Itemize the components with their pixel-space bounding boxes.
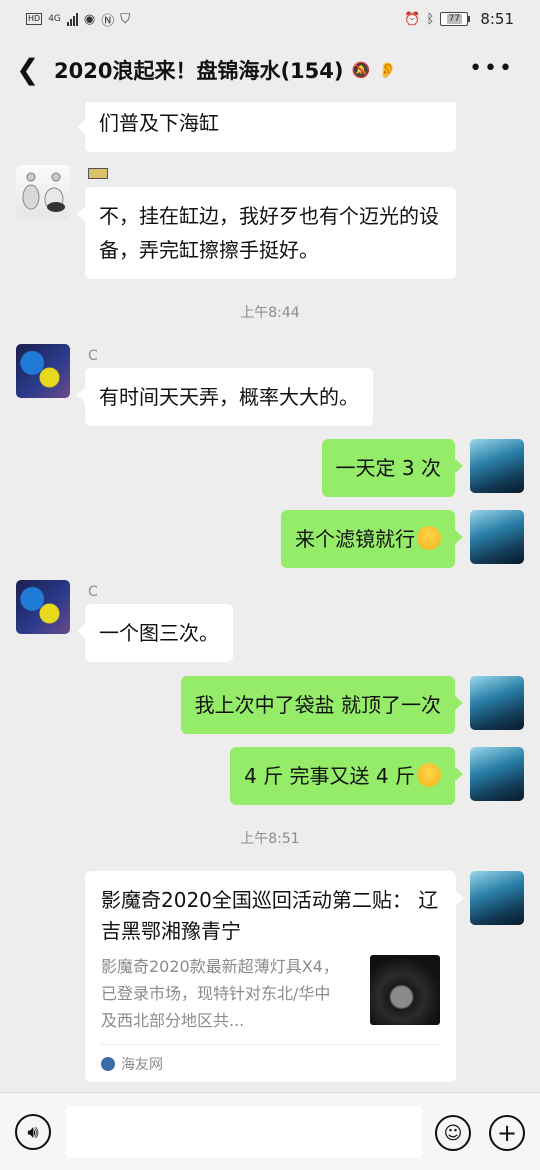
chat-header: ❮ 2020浪起来！盘锦海水(154) 🔕 👂 •••	[0, 38, 540, 102]
mute-icon: 🔕	[351, 61, 371, 79]
hd-icon: HD	[26, 13, 43, 25]
message-bubble[interactable]: 我上次中了袋盐 就顶了一次	[180, 676, 464, 734]
message-bubble[interactable]: 有时间天天弄，概率大大的。	[77, 368, 373, 426]
message-input[interactable]	[66, 1106, 422, 1158]
message-bubble[interactable]: 来个滤镜就行	[281, 510, 463, 568]
chevron-left-icon[interactable]: ❮	[16, 56, 40, 84]
source-icon	[101, 1056, 115, 1071]
shield-icon: ⛉	[120, 11, 131, 27]
grin-emoji-icon	[417, 526, 441, 550]
message-bubble[interactable]: 一个图三次。	[77, 604, 233, 662]
avatar[interactable]	[16, 580, 70, 634]
message-text: 4 斤 完事又送 4 斤	[244, 764, 415, 788]
avatar[interactable]	[470, 439, 524, 493]
sender-name: C	[88, 584, 98, 600]
link-card[interactable]: 影魔奇2020全国巡回活动第二贴： 辽吉黑鄂湘豫青宁 影魔奇2020款最新超薄灯…	[85, 871, 464, 1082]
status-left: HD 4G ◉ Ⓝ ⛉	[26, 10, 130, 29]
sender-badge	[88, 168, 108, 179]
link-card-source: 海友网	[121, 1056, 163, 1073]
battery-level: 77	[446, 14, 463, 24]
network-type: 4G	[48, 14, 61, 24]
link-card-thumbnail	[370, 955, 440, 1025]
status-right: ⏰ ᛒ 77 8:51	[404, 10, 514, 28]
plus-icon[interactable]: +	[489, 1115, 525, 1151]
avatar[interactable]	[470, 510, 524, 564]
avatar[interactable]	[16, 344, 70, 398]
avatar[interactable]	[470, 871, 524, 925]
message-bubble[interactable]: 们普及下海缸	[77, 102, 456, 152]
ear-icon: 👂	[378, 61, 397, 79]
emoji-icon[interactable]: ☺	[435, 1115, 471, 1151]
input-bar: 🔊︎ ☺ +	[0, 1092, 540, 1170]
chat-title: 2020浪起来！盘锦海水(154)	[54, 59, 344, 83]
battery-icon: 77	[440, 12, 471, 26]
message-bubble[interactable]: 不，挂在缸边，我好歹也有个迈光的设备，弄完缸擦擦手挺好。	[77, 187, 456, 279]
status-time: 8:51	[480, 10, 514, 28]
avatar[interactable]	[16, 165, 70, 219]
status-bar: HD 4G ◉ Ⓝ ⛉ ⏰ ᛒ 77 8:51	[0, 0, 540, 38]
nfc-icon: Ⓝ	[101, 13, 115, 29]
message-text: 来个滤镜就行	[295, 527, 415, 551]
message-bubble[interactable]: 4 斤 完事又送 4 斤	[230, 747, 463, 805]
link-card-footer: 海友网	[101, 1044, 440, 1082]
chat-area[interactable]: 们普及下海缸 不，挂在缸边，我好歹也有个迈光的设备，弄完缸擦擦手挺好。 上午8:…	[0, 102, 540, 1092]
avatar[interactable]	[470, 676, 524, 730]
eye-icon: ◉	[83, 11, 96, 27]
laugh-emoji-icon	[417, 763, 441, 787]
avatar[interactable]	[470, 747, 524, 801]
link-card-description: 影魔奇2020款最新超薄灯具X4，已登录市场，现特针对东北/华中及西北部分地区共…	[101, 957, 339, 1030]
voice-icon[interactable]: 🔊︎	[15, 1114, 51, 1150]
more-icon[interactable]: •••	[469, 58, 514, 80]
sender-name: C	[88, 348, 98, 364]
message-bubble[interactable]: 一天定 3 次	[321, 439, 464, 497]
timestamp: 上午8:44	[240, 305, 300, 321]
link-card-title: 影魔奇2020全国巡回活动第二贴： 辽吉黑鄂湘豫青宁	[101, 888, 439, 943]
timestamp: 上午8:51	[240, 831, 300, 847]
signal-icon	[66, 12, 78, 26]
alarm-icon: ⏰	[404, 11, 421, 27]
bluetooth-icon: ᛒ	[426, 11, 435, 27]
